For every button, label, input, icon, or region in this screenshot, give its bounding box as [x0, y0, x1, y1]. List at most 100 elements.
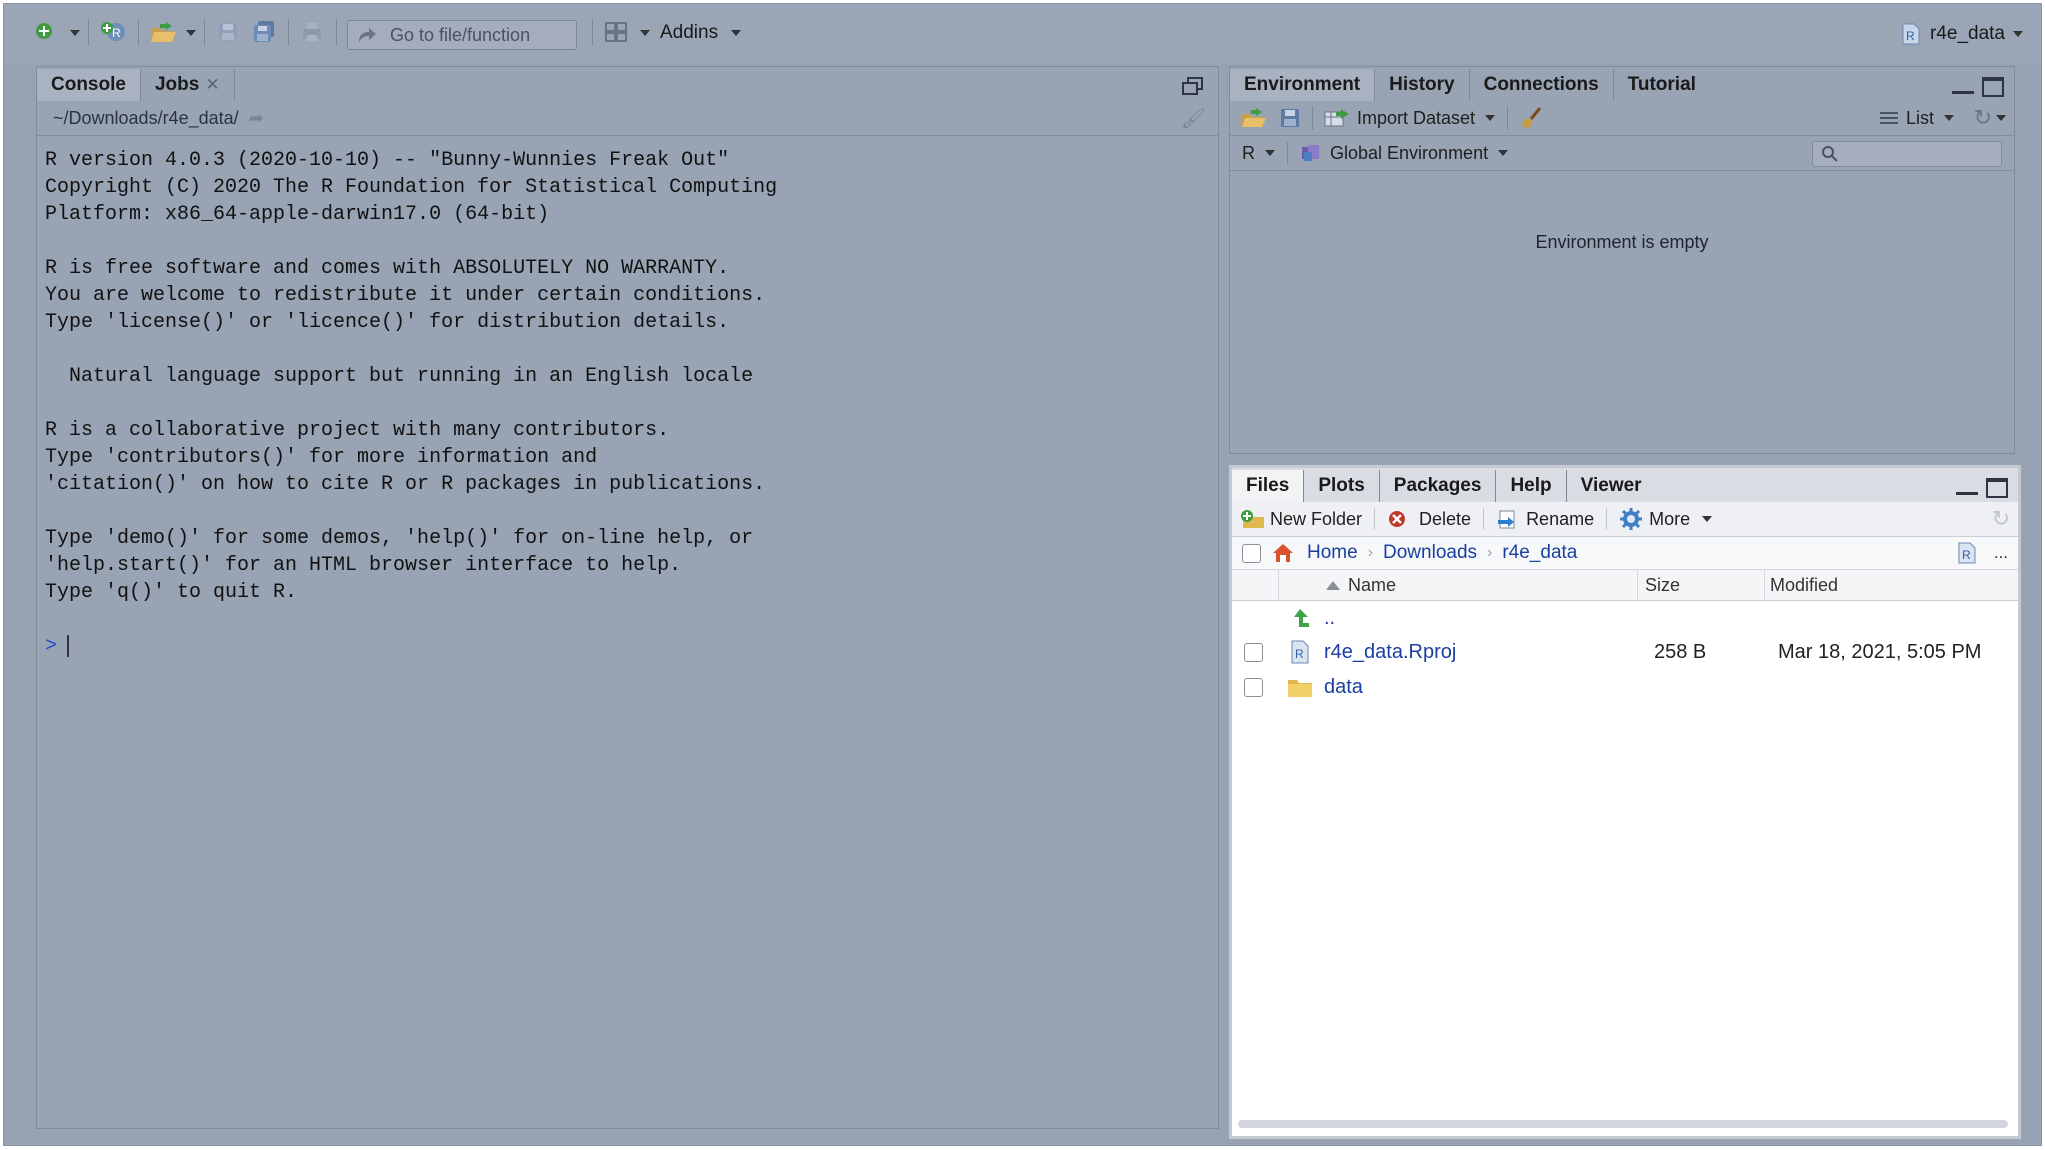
- broom-icon[interactable]: [1520, 106, 1544, 130]
- list-icon: [1879, 110, 1898, 126]
- home-icon[interactable]: [1271, 542, 1295, 564]
- environment-cube-icon: [1300, 143, 1322, 163]
- maximize-icon[interactable]: [1986, 478, 2008, 498]
- tab-jobs[interactable]: Jobs ✕: [141, 69, 235, 101]
- file-name[interactable]: r4e_data.Rproj: [1324, 641, 1456, 664]
- save-all-icon[interactable]: [250, 18, 278, 46]
- scope-label: Global Environment: [1330, 142, 1489, 163]
- more-menu[interactable]: More: [1619, 507, 1713, 531]
- modified-column-header[interactable]: Modified: [1770, 575, 1838, 596]
- tab-tutorial[interactable]: Tutorial: [1614, 69, 1710, 101]
- minimize-icon[interactable]: [1956, 491, 1978, 495]
- parent-directory-link[interactable]: ..: [1324, 607, 1335, 630]
- environment-pane: Environment History Connections Tutorial: [1229, 66, 2015, 454]
- files-body: New Folder Delete Rename More ↻ Home › D…: [1232, 502, 2018, 1136]
- console-line: Platform: x86_64-apple-darwin17.0 (64-bi…: [45, 203, 550, 226]
- go-to-directory-icon[interactable]: ➦: [249, 108, 264, 129]
- load-workspace-icon[interactable]: [1240, 106, 1270, 130]
- rename-label: Rename: [1526, 508, 1595, 529]
- save-workspace-icon[interactable]: [1278, 106, 1302, 130]
- import-dataset-menu[interactable]: Import Dataset: [1323, 107, 1496, 129]
- layout-dropdown-icon[interactable]: [640, 30, 650, 36]
- layout-grid-icon[interactable]: [602, 18, 630, 46]
- tab-help[interactable]: Help: [1496, 470, 1567, 502]
- parent-directory-row[interactable]: ..: [1232, 601, 2018, 635]
- console-line: You are welcome to redistribute it under…: [45, 284, 766, 307]
- rename-icon: [1496, 508, 1520, 530]
- addins-label: Addins: [660, 22, 719, 43]
- horizontal-scrollbar[interactable]: [1238, 1120, 2008, 1128]
- main-toolbar: R Go to file/function Addins R r4e_data: [4, 4, 2041, 64]
- tab-label: Connections: [1483, 74, 1599, 95]
- print-icon[interactable]: [298, 18, 326, 46]
- tab-console[interactable]: Console: [37, 69, 141, 101]
- open-file-icon[interactable]: [148, 18, 180, 46]
- console-prompt: >: [45, 635, 58, 658]
- tab-plots[interactable]: Plots: [1304, 470, 1380, 502]
- maximize-icon[interactable]: [1982, 77, 2004, 97]
- import-dataset-label: Import Dataset: [1357, 107, 1476, 128]
- new-project-icon[interactable]: R: [98, 18, 130, 46]
- rename-button[interactable]: Rename: [1496, 508, 1594, 530]
- files-tabs: Files Plots Packages Help Viewer: [1232, 468, 2018, 502]
- tab-label: Environment: [1244, 74, 1361, 95]
- svg-text:R: R: [112, 26, 121, 40]
- row-checkbox[interactable]: [1244, 642, 1263, 662]
- tab-viewer[interactable]: Viewer: [1567, 470, 1656, 502]
- delete-button[interactable]: Delete: [1387, 509, 1471, 530]
- chevron-right-icon: ›: [1487, 544, 1493, 561]
- clear-console-icon[interactable]: 🖌: [1181, 106, 1206, 131]
- file-name[interactable]: data: [1324, 676, 1363, 699]
- chevron-down-icon: [731, 29, 742, 36]
- table-row[interactable]: R r4e_data.Rproj 258 B Mar 18, 2021, 5:0…: [1232, 635, 2018, 669]
- console-path-bar: ~/Downloads/r4e_data/ ➦ 🖌: [37, 101, 1218, 136]
- files-toolbar: New Folder Delete Rename More ↻: [1232, 502, 2018, 537]
- tab-packages[interactable]: Packages: [1380, 470, 1497, 502]
- minimize-icon[interactable]: [1952, 90, 1974, 94]
- working-directory[interactable]: ~/Downloads/r4e_data/: [53, 108, 239, 129]
- new-file-icon[interactable]: [32, 18, 60, 46]
- tab-label: Packages: [1393, 475, 1482, 496]
- environment-scope-bar: R Global Environment: [1230, 136, 2014, 171]
- breadcrumb-r4e-data[interactable]: r4e_data: [1502, 542, 1577, 564]
- r-project-icon: R: [1900, 22, 1922, 46]
- console-line: 'citation()' on how to cite R or R packa…: [45, 473, 766, 496]
- chevron-down-icon: [2013, 31, 2023, 37]
- save-icon[interactable]: [214, 18, 242, 46]
- new-folder-button[interactable]: New Folder: [1240, 508, 1362, 530]
- environment-search-input[interactable]: [1812, 141, 2002, 167]
- scope-menu[interactable]: Global Environment: [1300, 142, 1509, 164]
- new-folder-icon: [1240, 508, 1266, 530]
- new-file-dropdown-icon[interactable]: [70, 30, 80, 36]
- table-import-icon: [1323, 107, 1353, 129]
- console-line: Type 'license()' or 'licence()' for dist…: [45, 311, 730, 334]
- breadcrumb-home[interactable]: Home: [1307, 542, 1358, 564]
- console-output[interactable]: R version 4.0.3 (2020-10-10) -- "Bunny-W…: [45, 147, 1210, 660]
- more-ellipsis-button[interactable]: ...: [1994, 543, 2008, 563]
- addins-menu[interactable]: Addins: [660, 22, 742, 44]
- tab-history[interactable]: History: [1375, 69, 1470, 101]
- go-to-project-icon[interactable]: R: [1956, 541, 1978, 565]
- go-to-file-input[interactable]: Go to file/function: [347, 20, 577, 50]
- refresh-environment-button[interactable]: ↻: [1974, 105, 2006, 131]
- table-row[interactable]: data: [1232, 670, 2018, 704]
- chevron-right-icon: ›: [1367, 544, 1374, 561]
- open-file-dropdown-icon[interactable]: [186, 30, 196, 36]
- console-tabs: Console Jobs ✕: [37, 67, 1218, 101]
- breadcrumb-downloads[interactable]: Downloads: [1383, 542, 1477, 564]
- size-column-header[interactable]: Size: [1645, 575, 1680, 596]
- restore-pane-icon[interactable]: [1182, 77, 1204, 95]
- close-icon[interactable]: ✕: [205, 75, 219, 95]
- project-menu[interactable]: R r4e_data: [1900, 22, 2023, 46]
- refresh-icon[interactable]: ↻: [1992, 506, 2010, 532]
- name-column-header[interactable]: Name: [1326, 575, 1396, 596]
- language-menu[interactable]: R: [1242, 143, 1275, 164]
- row-checkbox[interactable]: [1244, 677, 1263, 697]
- tab-files[interactable]: Files: [1232, 470, 1305, 502]
- delete-label: Delete: [1419, 508, 1472, 529]
- select-all-checkbox[interactable]: [1242, 543, 1261, 563]
- tab-connections[interactable]: Connections: [1470, 69, 1614, 101]
- view-mode-menu[interactable]: List: [1879, 108, 1954, 129]
- folder-icon: [1286, 675, 1314, 699]
- tab-environment[interactable]: Environment: [1230, 69, 1376, 101]
